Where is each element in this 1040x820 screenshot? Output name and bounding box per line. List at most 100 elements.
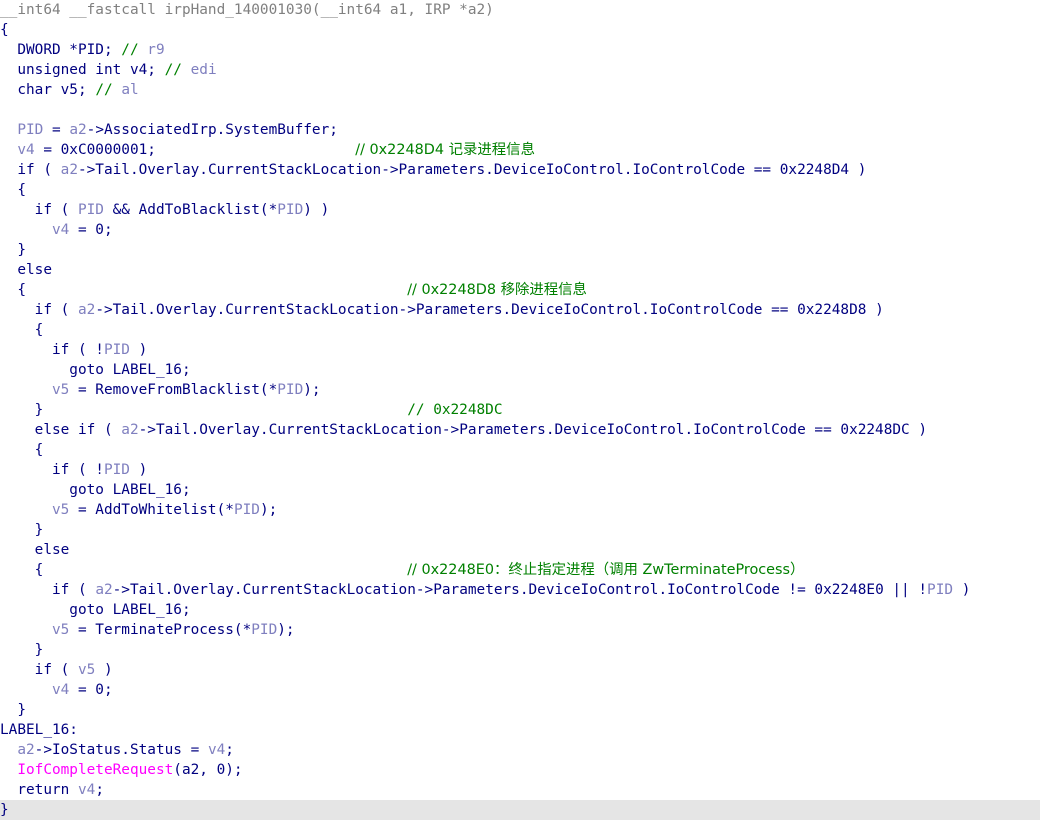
code-token[interactable]: goto LABEL_16; [0,602,190,618]
code-token[interactable]: } [0,702,26,718]
code-token[interactable]: PID [17,122,43,138]
code-token[interactable]: // [121,42,147,58]
code-token[interactable]: ) ) [303,202,329,218]
code-token[interactable]: = 0xC0000001; [35,142,356,158]
code-token[interactable]: ) [130,342,148,358]
code-token[interactable] [0,682,52,698]
pseudocode-view[interactable]: __int64 __fastcall irpHand_140001030(__i… [0,0,1040,820]
code-token[interactable]: { [0,562,407,578]
code-line[interactable]: { [0,20,1040,40]
code-token[interactable]: = 0; [69,682,113,698]
code-token[interactable] [0,122,17,138]
code-token[interactable]: ; [95,782,104,798]
code-token[interactable]: { [0,442,44,458]
code-token[interactable]: if ( [0,302,78,318]
code-line[interactable]: v5 = AddToWhitelist(*PID); [0,500,1040,520]
code-line[interactable]: if ( a2->Tail.Overlay.CurrentStackLocati… [0,160,1040,180]
code-line[interactable]: LABEL_16: [0,720,1040,740]
code-token[interactable]: v4 [78,782,95,798]
code-line[interactable]: else [0,260,1040,280]
code-line[interactable]: v5 = TerminateProcess(*PID); [0,620,1040,640]
code-token[interactable]: else if ( [0,422,121,438]
code-token[interactable]: { [0,322,44,338]
code-line[interactable]: { [0,440,1040,460]
code-token[interactable]: a2 [17,742,34,758]
code-token[interactable]: a2 [61,162,78,178]
code-token[interactable]: v4 [52,682,69,698]
code-token[interactable]: v5 [52,502,69,518]
code-token[interactable]: ) [130,462,148,478]
code-token[interactable]: ->AssociatedIrp.SystemBuffer; [87,122,338,138]
code-token[interactable]: = [43,122,69,138]
code-line[interactable]: v4 = 0; [0,220,1040,240]
code-line[interactable]: } [0,700,1040,720]
code-token[interactable]: a2 [121,422,138,438]
code-line[interactable]: { // 0x2248E0：终止指定进程（调用 ZwTerminateProce… [0,560,1040,580]
code-token[interactable] [0,142,17,158]
code-token[interactable]: al [121,82,138,98]
code-token[interactable] [0,762,17,778]
code-line[interactable]: return v4; [0,780,1040,800]
code-token[interactable]: if ( [0,582,95,598]
code-token[interactable] [0,382,52,398]
code-token[interactable]: = AddToWhitelist(* [69,502,234,518]
code-line[interactable]: if ( a2->Tail.Overlay.CurrentStackLocati… [0,580,1040,600]
code-token[interactable]: IofCompleteRequest [17,762,173,778]
code-token[interactable]: a2 [69,122,86,138]
code-token[interactable]: ); [260,502,277,518]
code-token[interactable]: a2 [95,582,112,598]
code-token[interactable]: // 0x2248D8 移除进程信息 [407,282,587,298]
code-line[interactable]: if ( a2->Tail.Overlay.CurrentStackLocati… [0,300,1040,320]
code-token[interactable]: { [0,22,9,38]
code-line[interactable]: } [0,800,1040,820]
code-token[interactable]: && AddToBlacklist(* [104,202,278,218]
code-token[interactable]: } [0,402,407,418]
code-token[interactable]: if ( [0,202,78,218]
code-token[interactable]: (a2, 0); [173,762,242,778]
code-token[interactable]: PID [104,462,130,478]
code-token[interactable]: DWORD *PID; [0,42,121,58]
code-token[interactable]: ); [303,382,320,398]
code-line[interactable]: if ( v5 ) [0,660,1040,680]
code-line[interactable]: if ( !PID ) [0,460,1040,480]
code-line[interactable]: } [0,520,1040,540]
code-token[interactable]: PID [277,382,303,398]
code-token[interactable]: v4 [52,222,69,238]
code-token[interactable]: PID [251,622,277,638]
code-token[interactable]: } [0,242,26,258]
code-line[interactable]: } [0,240,1040,260]
code-token[interactable]: goto LABEL_16; [0,482,190,498]
code-line[interactable]: else if ( a2->Tail.Overlay.CurrentStackL… [0,420,1040,440]
code-token[interactable]: PID [277,202,303,218]
code-line[interactable]: DWORD *PID; // r9 [0,40,1040,60]
code-token[interactable]: = TerminateProcess(* [69,622,251,638]
code-token[interactable]: ->Tail.Overlay.CurrentStackLocation->Par… [113,582,927,598]
code-token[interactable]: v4 [17,142,34,158]
code-line[interactable]: v4 = 0xC0000001; // 0x2248D4 记录进程信息 [0,140,1040,160]
code-line[interactable]: unsigned int v4; // edi [0,60,1040,80]
code-token[interactable]: v5 [52,382,69,398]
code-token[interactable]: LABEL_16: [0,722,78,738]
code-token[interactable]: ->Tail.Overlay.CurrentStackLocation->Par… [78,162,866,178]
code-token[interactable]: ; [225,742,234,758]
code-line[interactable]: __int64 __fastcall irpHand_140001030(__i… [0,0,1040,20]
code-token[interactable]: if ( [0,662,78,678]
code-line[interactable]: goto LABEL_16; [0,600,1040,620]
code-token[interactable]: ); [277,622,294,638]
code-token[interactable]: ->Tail.Overlay.CurrentStackLocation->Par… [139,422,927,438]
code-token[interactable]: = RemoveFromBlacklist(* [69,382,277,398]
code-token[interactable]: if ( ! [0,462,104,478]
code-token[interactable]: PID [234,502,260,518]
code-line[interactable]: v4 = 0; [0,680,1040,700]
code-line[interactable]: char v5; // al [0,80,1040,100]
code-token[interactable]: ->Tail.Overlay.CurrentStackLocation->Par… [95,302,883,318]
code-token[interactable]: v5 [78,662,95,678]
code-line[interactable]: goto LABEL_16; [0,360,1040,380]
code-line[interactable] [0,100,1040,120]
code-token[interactable]: // 0x2248DC [407,402,502,418]
code-token[interactable]: else [0,542,70,558]
code-token[interactable]: { [0,182,26,198]
code-token[interactable]: a2 [78,302,95,318]
code-line[interactable]: } // 0x2248DC [0,400,1040,420]
code-line[interactable]: } [0,640,1040,660]
